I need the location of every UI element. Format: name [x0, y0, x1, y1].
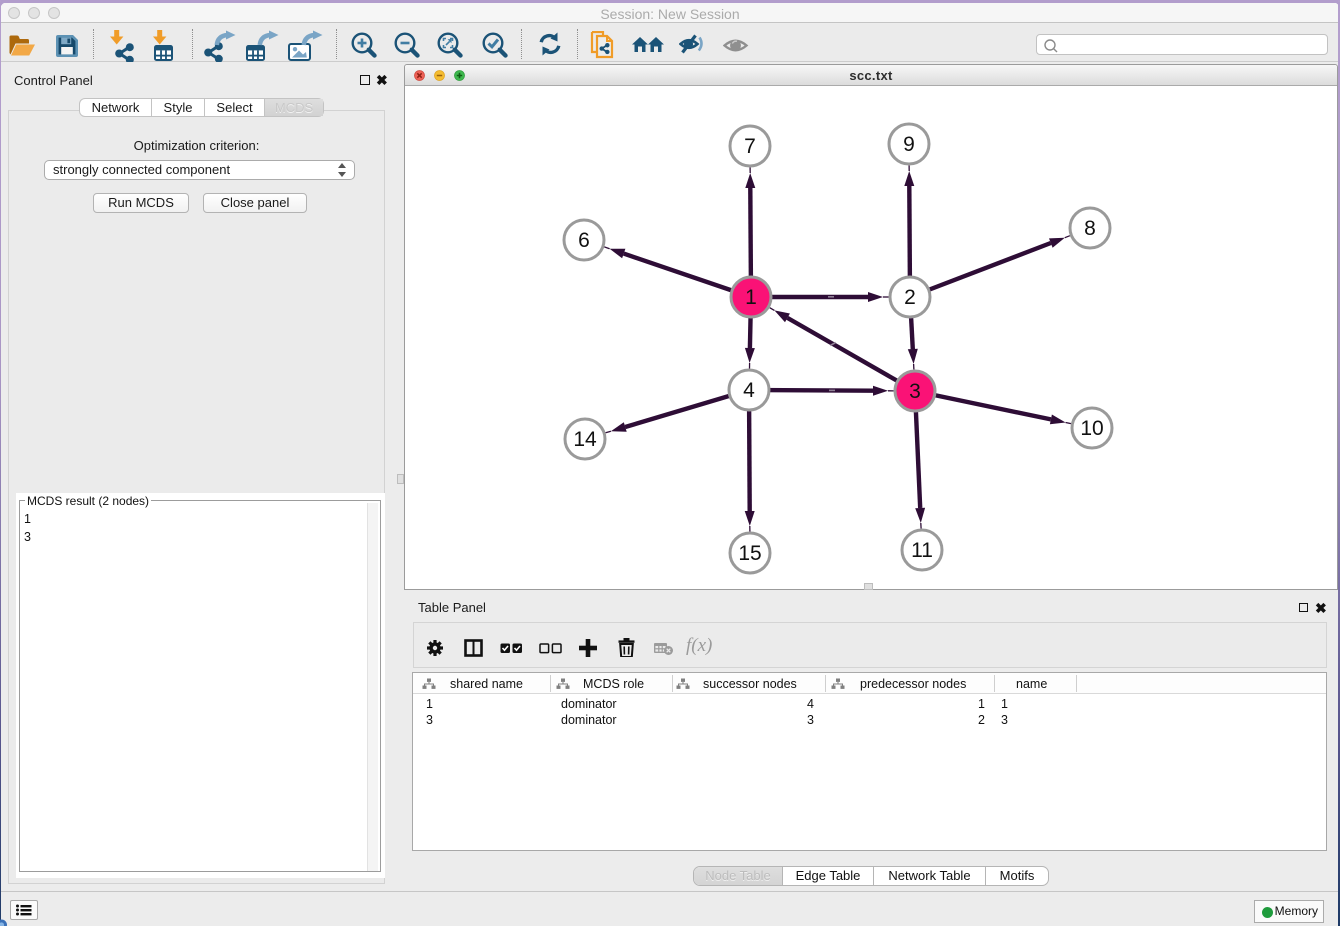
svg-text:14: 14 — [573, 428, 597, 451]
svg-text:8: 8 — [1084, 217, 1096, 240]
svg-text:10: 10 — [1080, 417, 1103, 440]
svg-text:11: 11 — [911, 539, 933, 562]
svg-text:7: 7 — [744, 135, 756, 158]
svg-text:9: 9 — [903, 133, 915, 156]
svg-text:4: 4 — [743, 379, 755, 402]
svg-text:15: 15 — [738, 542, 761, 565]
svg-text:3: 3 — [909, 380, 921, 403]
svg-text:1: 1 — [745, 286, 757, 309]
svg-text:6: 6 — [578, 229, 590, 252]
svg-text:2: 2 — [904, 286, 916, 309]
